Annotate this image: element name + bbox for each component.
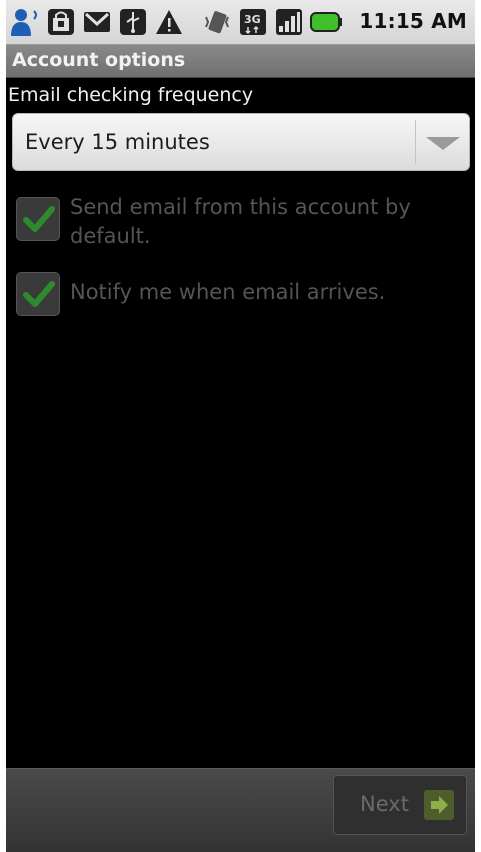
arrow-right-icon bbox=[424, 790, 454, 820]
shop-bag-icon bbox=[48, 9, 74, 35]
status-bar: 3G 11:15 AM bbox=[6, 0, 475, 45]
usb-icon bbox=[120, 9, 146, 35]
warning-icon bbox=[156, 10, 182, 34]
notify-checkbox-row[interactable]: Notify me when email arrives. bbox=[12, 270, 472, 320]
next-button[interactable]: Next bbox=[333, 775, 467, 835]
notify-checkbox[interactable] bbox=[16, 272, 60, 316]
battery-icon bbox=[310, 12, 342, 32]
title-bar: Account options bbox=[6, 45, 475, 78]
frequency-selected-value: Every 15 minutes bbox=[25, 130, 210, 154]
svg-text:3G: 3G bbox=[244, 13, 261, 26]
frequency-label: Email checking frequency bbox=[8, 84, 254, 106]
gmail-icon bbox=[84, 12, 110, 32]
page-title: Account options bbox=[12, 49, 186, 71]
signal-icon bbox=[276, 9, 302, 35]
check-icon bbox=[23, 206, 55, 232]
dropdown-arrow-icon bbox=[426, 137, 460, 150]
screen: 3G 11:15 AM Account options Email checki… bbox=[6, 0, 475, 852]
notify-label: Notify me when email arrives. bbox=[70, 280, 386, 304]
status-time: 11:15 AM bbox=[359, 9, 467, 33]
bottom-bar: Next bbox=[6, 768, 475, 852]
send-default-label: Send email from this account by default. bbox=[70, 195, 411, 248]
person-icon bbox=[11, 9, 37, 36]
frequency-spinner[interactable]: Every 15 minutes bbox=[12, 113, 470, 171]
send-default-checkbox-row[interactable]: Send email from this account by default. bbox=[12, 193, 472, 255]
next-button-label: Next bbox=[360, 792, 409, 816]
spinner-divider bbox=[415, 120, 416, 164]
check-icon bbox=[23, 281, 55, 307]
send-default-checkbox[interactable] bbox=[16, 197, 60, 241]
vibrate-icon bbox=[205, 11, 229, 34]
3g-icon: 3G bbox=[240, 9, 266, 35]
